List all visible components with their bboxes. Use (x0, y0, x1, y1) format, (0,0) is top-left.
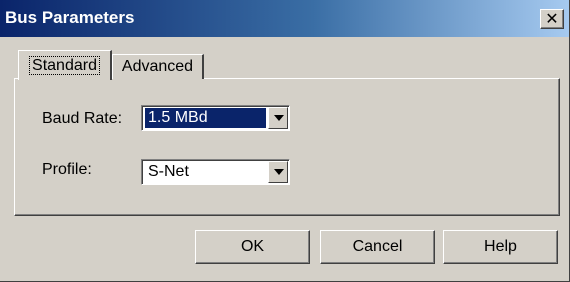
ok-button[interactable]: OK (195, 230, 310, 264)
profile-value: S-Net (148, 163, 189, 180)
tab-standard-label: Standard (29, 56, 100, 75)
chevron-down-icon (274, 169, 284, 175)
baud-rate-dropdown-button[interactable] (268, 107, 288, 129)
profile-label: Profile: (42, 161, 92, 178)
help-button[interactable]: Help (443, 230, 558, 264)
bus-parameters-dialog: Bus Parameters ✕ Standard Advanced Baud … (0, 0, 570, 282)
baud-rate-value: 1.5 MBd (145, 108, 266, 128)
chevron-down-icon (274, 115, 284, 121)
close-icon: ✕ (545, 9, 559, 28)
close-button[interactable]: ✕ (540, 9, 564, 29)
window-title: Bus Parameters (5, 8, 135, 27)
title-bar[interactable]: Bus Parameters ✕ (0, 0, 569, 37)
tab-panel-standard (14, 78, 560, 216)
profile-dropdown-button[interactable] (268, 161, 288, 183)
tab-advanced-label: Advanced (121, 58, 194, 75)
tab-standard[interactable]: Standard (18, 50, 112, 80)
baud-rate-label: Baud Rate: (42, 110, 123, 127)
tab-advanced[interactable]: Advanced (112, 54, 204, 79)
baud-rate-select[interactable]: 1.5 MBd (141, 105, 290, 131)
profile-select[interactable]: S-Net (141, 159, 290, 185)
cancel-button[interactable]: Cancel (320, 230, 435, 264)
